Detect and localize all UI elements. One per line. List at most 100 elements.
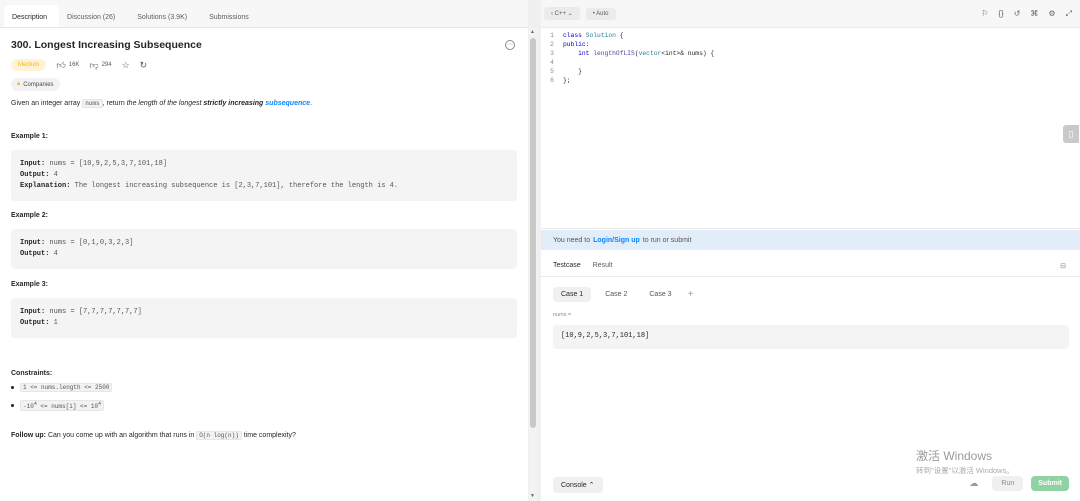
constraint-code: 1 <= nums.length <= 2500 (20, 383, 113, 392)
watermark-line-1: 激活 Windows (916, 449, 993, 463)
command-icon[interactable]: ⌘ (1030, 9, 1038, 19)
code-text: { (615, 32, 624, 39)
gear-icon[interactable]: ⚙ (1048, 9, 1055, 19)
chevron-up-icon: ⌃ (588, 482, 595, 489)
example-box: Input: nums = [0,1,0,3,2,3] Output: 4 (11, 229, 517, 269)
example-box: Input: nums = [10,9,2,5,3,7,101,18] Outp… (11, 150, 517, 201)
code-keyword: class (563, 32, 582, 39)
constraint-item: -104 <= nums[i] <= 104 (11, 400, 517, 411)
bullet (11, 386, 14, 389)
dislike-button[interactable]: 👎︎ 294 (89, 60, 111, 71)
input-value: nums = [0,1,0,3,2,3] (45, 239, 134, 247)
example-title: Example 1: (11, 133, 48, 140)
tab-discussion[interactable]: Discussion (26) (59, 5, 129, 27)
info-icon[interactable]: ⋯ (505, 40, 515, 50)
mode-select[interactable]: • Auto (585, 7, 616, 20)
constraint-exponent: 4 (98, 401, 102, 407)
line-number: 4 (550, 59, 554, 66)
case-1-tab[interactable]: Case 1 (553, 287, 592, 302)
tab-description[interactable]: Description (4, 5, 60, 27)
constraint-part: <= nums[i] <= 10 (36, 403, 99, 410)
run-button[interactable]: Run (992, 476, 1024, 491)
code-line: 5 } (541, 68, 582, 76)
like-count: 16K (68, 62, 80, 68)
braces-icon[interactable]: {} (998, 9, 1003, 19)
share-icon[interactable]: ↻ (140, 60, 148, 71)
subsequence-link[interactable]: subsequence (265, 100, 310, 107)
case-2-tab[interactable]: Case 2 (597, 287, 635, 302)
like-button[interactable]: 👍︎ 16K (56, 60, 79, 71)
tab-submissions[interactable]: Submissions (201, 5, 263, 27)
explanation-value: The longest increasing subsequence is [2… (70, 182, 399, 190)
collapse-icon[interactable]: ⊟ (1060, 262, 1066, 270)
line-number: 5 (550, 68, 554, 75)
watermark-line-2: 转到"设置"以激活 Windows。 (916, 466, 1014, 475)
follow-up-text: time complexity? (241, 432, 296, 439)
code-line: 2 public: (541, 41, 589, 49)
desc-bold: strictly increasing (203, 100, 264, 107)
code-line: 3 int lengthOfLIS(vector<int>& nums) { (541, 50, 714, 58)
windows-watermark: 激活 Windows 转到"设置"以激活 Windows。 (916, 447, 1014, 476)
action-buttons: ☁ Run Submit (969, 476, 1069, 491)
editor-actions: ⚐ {} ↺ ⌘ ⚙ ⤢ (981, 9, 1072, 19)
constraint-code: -104 <= nums[i] <= 104 (20, 400, 105, 411)
constraint-item: 1 <= nums.length <= 2500 (11, 383, 517, 392)
title-row: 300. Longest Increasing Subsequence ⋯ (11, 39, 517, 51)
mode-value: Auto (596, 10, 609, 17)
console-button[interactable]: Console ⌃ (553, 477, 603, 493)
code-keyword: public: (563, 41, 590, 48)
submit-button[interactable]: Submit (1031, 476, 1069, 491)
companies-button[interactable]: 🔒︎ Companies (11, 78, 60, 91)
add-case-icon[interactable]: + (688, 289, 694, 300)
code-type: Solution (585, 32, 616, 39)
output-label: Output: (20, 319, 50, 327)
app-root: Description Discussion (26) Solutions (3… (0, 0, 1080, 501)
line-number: 6 (550, 77, 554, 84)
thumbs-down-icon: 👎︎ (89, 59, 99, 70)
output-label: Output: (20, 250, 50, 258)
thumbs-up-icon: 👍︎ (56, 59, 66, 70)
code-text: }; (563, 77, 571, 84)
example-box: Input: nums = [7,7,7,7,7,7,7] Output: 1 (11, 298, 517, 338)
output-value: 4 (49, 171, 58, 179)
bookmark-icon[interactable]: ⚐ (981, 9, 988, 19)
tab-result[interactable]: Result (593, 262, 613, 269)
bullet (11, 404, 14, 407)
left-scrollbar[interactable]: ▲ ▼ (529, 28, 537, 501)
param-label: nums = (553, 312, 572, 318)
output-value: 4 (49, 250, 58, 258)
param-input[interactable]: [10,9,2,5,3,7,101,18] (553, 325, 1069, 349)
desc-text: . (310, 100, 312, 107)
case-3-tab[interactable]: Case 3 (641, 287, 679, 302)
input-label: Input: (20, 160, 46, 168)
code-text: <int>& nums) { (661, 50, 715, 57)
scroll-thumb[interactable] (530, 38, 536, 428)
follow-up-code: O(n log(n)) (196, 431, 242, 440)
star-icon[interactable]: ☆ (122, 60, 130, 71)
code-line: 1 class Solution { (541, 32, 623, 40)
code-line: 6}; (541, 77, 571, 85)
panel-tabs: Description Discussion (26) Solutions (3… (0, 0, 528, 28)
reset-icon[interactable]: ↺ (1014, 9, 1021, 19)
constraints-title: Constraints: (11, 370, 53, 377)
line-number: 2 (550, 41, 554, 48)
code-keyword: int (578, 50, 590, 57)
scroll-down-icon[interactable]: ▼ (530, 493, 535, 499)
input-value: nums = [7,7,7,7,7,7,7] (45, 308, 142, 316)
language-value: C++ (554, 11, 567, 17)
tab-solutions[interactable]: Solutions (3.9K) (129, 5, 201, 27)
tab-testcase[interactable]: Testcase (553, 262, 581, 269)
constraint-part: -10 (23, 403, 34, 410)
scroll-up-icon[interactable]: ▲ (530, 29, 535, 35)
expand-icon[interactable]: ⤢ (1066, 9, 1072, 19)
lock-icon: 🔒︎ (17, 81, 21, 87)
login-link[interactable]: Login/Sign up (593, 237, 640, 244)
line-number: 3 (550, 50, 554, 57)
code-editor[interactable]: 1 class Solution { 2 public: 3 int lengthO… (541, 28, 1080, 229)
explanation-label: Explanation: (20, 182, 71, 190)
line-number: 1 (550, 32, 554, 39)
language-select[interactable]: ‹ C++ ⌄ (544, 7, 580, 20)
notes-icon[interactable]: ▯ (1063, 125, 1079, 143)
cloud-icon[interactable]: ☁ (969, 478, 978, 489)
desc-code: nums (82, 99, 103, 108)
